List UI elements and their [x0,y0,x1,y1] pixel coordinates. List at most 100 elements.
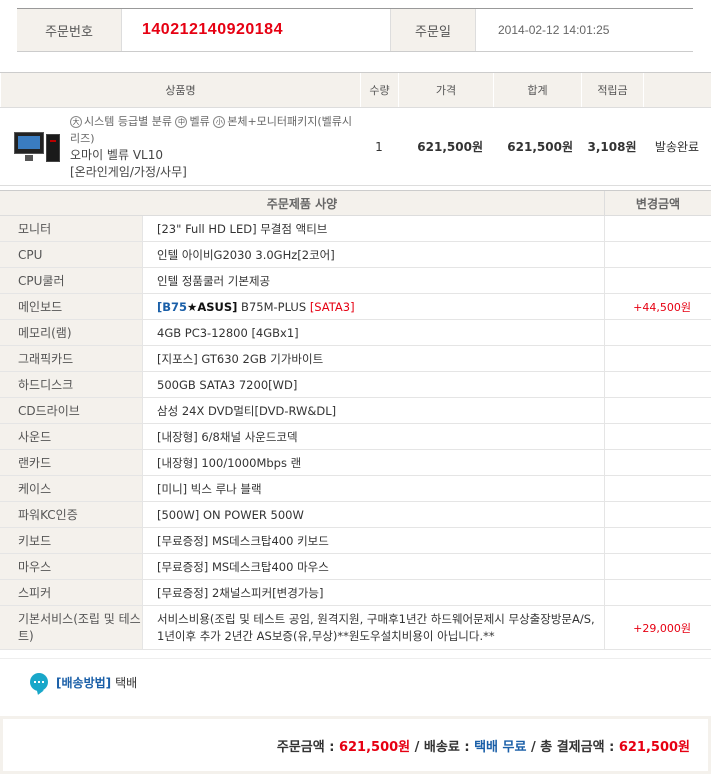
spec-price-change [604,372,711,397]
model-text: B75M-PLUS [237,299,310,314]
spec-key: 랜카드 [0,450,142,475]
spec-price-change: +29,000원 [604,606,711,649]
shipping-value: 택배 무료 [474,739,527,755]
product-name-link[interactable]: 오마이 벨류 VL10 [70,147,360,164]
order-date-label: 주문일 [391,9,475,51]
spec-price-change [604,424,711,449]
product-table: 상품명 수량 가격 합계 적립금 大 시스템 등급별 분류 中 벨류 小 본체+모니터… [0,72,711,186]
spec-value: [지포스] GT630 2GB 기가바이트 [142,346,604,371]
col-quantity: 수량 [360,73,398,107]
table-row: CPU 인텔 아이비G2030 3.0GHz[2코어] [0,242,711,268]
spec-key: 모니터 [0,216,142,241]
order-number-label: 주문번호 [17,9,121,51]
spec-value: 삼성 24X DVD멀티[DVD-RW&DL] [142,398,604,423]
spec-price-change [604,320,711,345]
spec-key: 사운드 [0,424,142,449]
col-total: 합계 [493,73,581,107]
spec-price-change [604,554,711,579]
delivery-label: [배송방법] [56,675,112,690]
spec-value: [내장형] 100/1000Mbps 랜 [142,450,604,475]
spec-value: 인텔 정품쿨러 기본제공 [142,268,604,293]
points-value: 3,108원 [587,140,637,154]
delivery-value: 택배 [115,675,138,690]
table-row: CD드라이브 삼성 24X DVD멀티[DVD-RW&DL] [0,398,711,424]
spec-key: 메모리(램) [0,320,142,345]
order-date-value: 2014-02-12 14:01:25 [498,23,610,37]
spec-value: [무료증정] MS데스크탑400 마우스 [142,554,604,579]
table-row: 마우스 [무료증정] MS데스크탑400 마우스 [0,554,711,580]
table-row: 랜카드 [내장형] 100/1000Mbps 랜 [0,450,711,476]
spec-price-change [604,398,711,423]
payment-value: 621,500원 [618,739,690,755]
spec-price-change: +44,500원 [604,294,711,319]
table-row: 메인보드 [B75 ★ ASUS] B75M-PLUS [SATA3] +44,50… [0,294,711,320]
spec-value: [B75 ★ ASUS] B75M-PLUS [SATA3] [142,294,604,319]
category-medium-icon: 中 [175,115,188,128]
order-amount-value: 621,500원 [338,739,411,755]
category-small-icon: 小 [213,115,226,128]
spec-value: [무료증정] MS데스크탑400 키보드 [142,528,604,553]
table-row: 그래픽카드 [지포스] GT630 2GB 기가바이트 [0,346,711,372]
spec-header-price-change: 변경금액 [604,191,711,215]
category-large[interactable]: 시스템 등급별 분류 [84,115,172,128]
quantity-value: 1 [375,139,383,154]
brand-tag: ASUS] [197,299,238,314]
spec-key: CPU [0,242,142,267]
spec-header-title: 주문제품 사양 [266,196,338,211]
col-product-name: 상품명 [0,73,360,107]
order-number-value: 140212140920184 [142,21,283,38]
table-row: 파워KC인증 [500W] ON POWER 500W [0,502,711,528]
total-summary-inner: 주문금액 : 621,500원 / 배송료 : 택배 무료 / 총 결제금액 :… [3,719,708,771]
pc-package-thumbnail[interactable] [12,130,62,164]
col-price: 가격 [398,73,493,107]
delivery-method: [배송방법] 택배 [0,658,711,705]
spec-key: 기본서비스(조립 및 테스트) [0,606,142,649]
spec-key: 키보드 [0,528,142,553]
product-table-header: 상품명 수량 가격 합계 적립금 [0,72,711,108]
col-points: 적립금 [581,73,643,107]
status-badge: 발송완료 [654,140,700,154]
table-row: 모니터 [23" Full HD LED] 무결점 액티브 [0,216,711,242]
spec-table: 주문제품 사양 변경금액 모니터 [23" Full HD LED] 무결점 액… [0,190,711,650]
spec-key: 스피커 [0,580,142,605]
payment-label: / 총 결제금액 : [526,739,619,755]
category-large-icon: 大 [70,115,82,128]
spec-value: 서비스비용(조립 및 테스트 공임, 원격지원, 구매후1년간 하드웨어문제시 … [142,606,604,649]
table-row: 大 시스템 등급별 분류 中 벨류 小 본체+모니터패키지(벨류시리즈) 오마이 벨류… [0,108,711,186]
total-summary: 주문금액 : 621,500원 / 배송료 : 택배 무료 / 총 결제금액 :… [0,716,711,774]
spec-value: 인텔 아이비G2030 3.0GHz[2코어] [142,242,604,267]
spec-price-change [604,216,711,241]
spec-key: 하드디스크 [0,372,142,397]
order-amount-label: 주문금액 : [276,739,339,755]
spec-value: [미니] 빅스 루나 블랙 [142,476,604,501]
star-icon: ★ [187,299,198,314]
spec-price-change [604,580,711,605]
spec-price-change [604,450,711,475]
table-row: 사운드 [내장형] 6/8채널 사운드코덱 [0,424,711,450]
spec-value: 500GB SATA3 7200[WD] [142,372,604,397]
spec-value: 4GB PC3-12800 [4GBx1] [142,320,604,345]
table-row: 케이스 [미니] 빅스 루나 블랙 [0,476,711,502]
spec-price-change [604,346,711,371]
spec-key: 케이스 [0,476,142,501]
spec-key: 그래픽카드 [0,346,142,371]
spec-value: [무료증정] 2채널스피커[변경가능] [142,580,604,605]
product-subtitle: [온라인게임/가정/사무] [70,164,187,179]
sata-tag: [SATA3] [309,299,355,314]
spec-value: [23" Full HD LED] 무결점 액티브 [142,216,604,241]
spec-table-header: 주문제품 사양 변경금액 [0,190,711,216]
category-medium[interactable]: 벨류 [189,115,209,128]
spec-value: [500W] ON POWER 500W [142,502,604,527]
spec-key: CD드라이브 [0,398,142,423]
total-value: 621,500원 [507,140,573,154]
spec-price-change [604,242,711,267]
monitor-stand [25,154,33,161]
table-row: CPU쿨러 인텔 정품쿨러 기본제공 [0,268,711,294]
pc-tower-icon [46,133,60,162]
price-value: 621,500원 [417,140,483,154]
shipping-label: / 배송료 : [410,739,475,755]
order-info-bar: 주문번호 140212140920184 주문일 2014-02-12 14:0… [17,8,693,52]
spec-price-change [604,528,711,553]
product-category: 大 시스템 등급별 분류 中 벨류 小 본체+모니터패키지(벨류시리즈) [70,113,360,147]
table-row: 하드디스크 500GB SATA3 7200[WD] [0,372,711,398]
